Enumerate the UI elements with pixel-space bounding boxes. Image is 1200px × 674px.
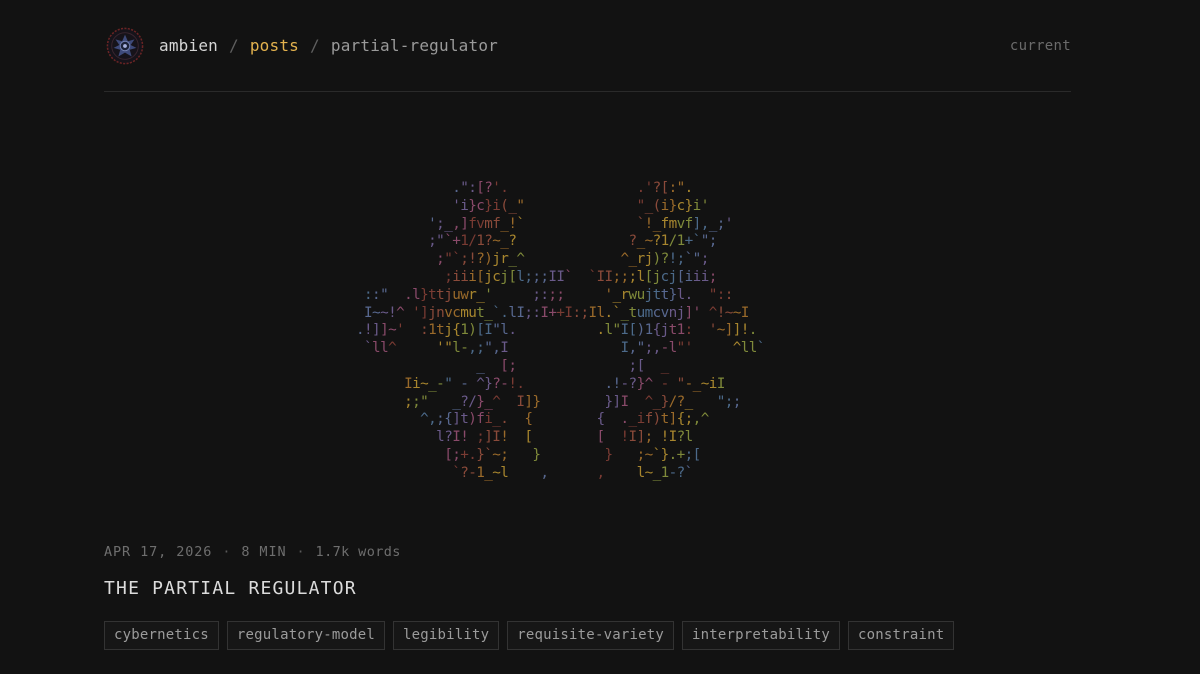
page: ambien / posts / partial-regulator curre… [0,0,1200,674]
meta-separator: · [296,544,306,560]
breadcrumb-separator: / [229,36,239,55]
tag-chip[interactable]: cybernetics [104,621,219,650]
ascii-art-line: ;"`+1/1?~_? ?_~?1/1+`"; [428,233,717,250]
ascii-art-line: .!]]~' :1tj{1)[I"l. .l"I[)1{jt1: '~]]!. [356,322,757,339]
tag-chip[interactable]: legibility [392,621,500,650]
word-count: 1.7k words [315,544,401,560]
ascii-art-line: ::" .l}ttjuwr_' ;:;; '_rwujtt}l. ":: [364,286,733,303]
eye-gear-logo-icon[interactable] [106,27,144,65]
ascii-art-line: I~~!^ ']jnvcmut_`.lI;:I++I:;Il.`_tumcvnj… [364,304,749,321]
ascii-art-line: ;;" _?/}_^ I]} }]I ^_}/?_ ";; [404,393,741,410]
ascii-art-illustration: .":[?'. .'?[:". 'i}c}i(_" "_(i}c}i' ';_,… [348,180,765,483]
tag-chip[interactable]: regulatory-model [226,621,385,650]
ascii-art-line: _ [; ;[ _ [476,357,669,374]
ascii-art-line: ^,;{]t)fi_. { { ._if)t]{;,^ [420,411,709,428]
post-date: APR 17, 2026 [104,544,213,560]
ascii-art-line: Ii~_-" - ^}?-!. .!-?}^ - "-_~iI [404,375,725,392]
breadcrumb-home-link[interactable]: ambien [159,36,218,55]
ascii-art-line: 'i}c}i(_" "_(i}c}i' [452,197,709,214]
ascii-art-line: ;iii[jcj[l;;;II` `II;;;l[jcj[iii; [444,268,717,285]
tag-chip[interactable]: interpretability [681,621,841,650]
breadcrumb-separator: / [310,36,320,55]
tag-list: cybernetics regulatory-model legibility … [104,621,955,650]
ascii-art-line: l?I! ;]I! [ [ !I]; !I?l [436,429,693,446]
post-title: THE PARTIAL REGULATOR [104,578,357,599]
breadcrumb-posts-link[interactable]: posts [250,36,299,55]
ascii-art-line: [;+.}`~; } } ;~`}.+;[ [444,446,701,463]
ascii-art-line: `?-1_~l , , l~_1-?` [452,464,693,481]
tag-chip[interactable]: requisite-variety [507,621,674,650]
tag-chip[interactable]: constraint [848,621,955,650]
site-header: ambien / posts / partial-regulator curre… [104,0,1071,92]
meta-separator: · [222,544,232,560]
ascii-art-line: ';_,]fvmf_!` `!_fmvf],_;' [428,215,733,232]
read-time: 8 MIN [241,544,287,560]
ascii-art-line: ;"`;!?)jr_^ ^_rj)?!;`"; [436,251,709,268]
ascii-art-line: `ll^ '"l-,;",I I,";,-l"' ^ll` [364,340,765,357]
breadcrumb-current-page: partial-regulator [330,36,499,55]
ascii-art-line: .":[?'. .'?[:". [452,180,693,196]
breadcrumb: ambien / posts / partial-regulator [159,36,498,55]
version-status-label: current [1009,37,1071,54]
post-meta: APR 17, 2026 · 8 MIN · 1.7k words [104,544,401,560]
